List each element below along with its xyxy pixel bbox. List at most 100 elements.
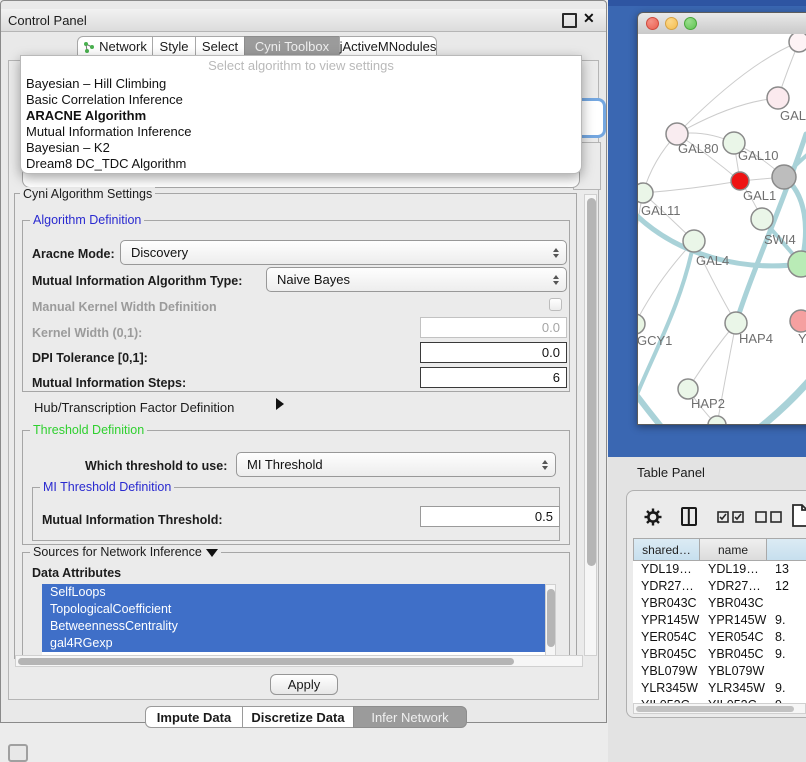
cell-shared: YDR27…: [633, 578, 700, 595]
nodes: [638, 34, 806, 425]
network-icon: [83, 41, 95, 53]
document-icon[interactable]: [791, 504, 806, 528]
list-scrollbar-thumb[interactable]: [547, 589, 555, 647]
mi-type-label: Mutual Information Algorithm Type:: [32, 274, 242, 288]
tab-jactivemnodules[interactable]: jActiveMNodules: [339, 36, 437, 57]
which-threshold-combo[interactable]: MI Threshold: [236, 452, 556, 477]
tab-impute-data[interactable]: Impute Data: [145, 706, 243, 728]
tab-discretize-data[interactable]: Discretize Data: [242, 706, 354, 728]
tab-infer-network[interactable]: Infer Network: [353, 706, 467, 728]
select-all-checkboxes-icon[interactable]: [717, 511, 745, 523]
mi-threshold-label: Mutual Information Threshold:: [42, 513, 223, 527]
node-gal4[interactable]: [683, 230, 705, 252]
close-traffic-light[interactable]: [646, 17, 659, 30]
dropdown-prompt: Select algorithm to view settings: [21, 58, 581, 73]
cell-shared: YDL19…: [633, 561, 700, 578]
tab-label: jActiveMNodules: [340, 39, 437, 54]
cell-name: YBR045C: [700, 646, 767, 663]
dpi-tolerance-field[interactable]: [420, 342, 567, 363]
float-window-icon[interactable]: [562, 13, 577, 28]
node-label: HAP2: [691, 396, 725, 411]
expand-arrow-icon[interactable]: [276, 398, 284, 410]
settings-horizontal-scrollbar[interactable]: [15, 655, 583, 667]
table-row[interactable]: YBR043C YBR043C: [633, 595, 806, 612]
dropdown-item-selected[interactable]: ARACNE Algorithm: [21, 108, 578, 124]
mi-type-combo[interactable]: Naive Bayes: [266, 267, 567, 292]
tab-select[interactable]: Select: [195, 36, 245, 57]
cell-name: YER054C: [700, 629, 767, 646]
cell-name: YPR145W: [700, 612, 767, 629]
close-icon[interactable]: ✕: [583, 10, 595, 27]
collapse-arrow-icon[interactable]: [206, 549, 218, 557]
table-panel-title: Table Panel: [637, 465, 705, 480]
list-item[interactable]: gal4RGexp: [42, 635, 545, 652]
dropdown-item[interactable]: Bayesian – K2: [21, 140, 578, 156]
table-hscroll-thumb[interactable]: [636, 706, 794, 712]
floating-panel-icon[interactable]: [8, 744, 28, 762]
column-header-partial[interactable]: [767, 538, 806, 561]
minimize-traffic-light[interactable]: [665, 17, 678, 30]
list-scrollbar[interactable]: [545, 584, 556, 656]
settings-hscroll-thumb[interactable]: [18, 658, 514, 665]
dropdown-item[interactable]: Basic Correlation Inference: [21, 92, 578, 108]
table-row[interactable]: YDR27… YDR27… 12: [633, 578, 806, 595]
table-row[interactable]: YDL19… YDL19… 13: [633, 561, 806, 578]
list-item[interactable]: TopologicalCoefficient: [42, 601, 545, 618]
table-row[interactable]: YER054C YER054C 8.: [633, 629, 806, 646]
list-item[interactable]: BetweennessCentrality: [42, 618, 545, 635]
table-row[interactable]: YLR345W YLR345W 9.: [633, 680, 806, 697]
manual-kernel-label: Manual Kernel Width Definition: [32, 300, 217, 314]
zoom-traffic-light[interactable]: [684, 17, 697, 30]
column-header-shared[interactable]: shared…: [633, 538, 700, 561]
tab-cyni-toolbox[interactable]: Cyni Toolbox: [244, 36, 340, 57]
cell-value: [767, 595, 806, 612]
list-item[interactable]: SelfLoops: [42, 584, 545, 601]
network-window-titlebar: [638, 13, 806, 35]
combo-value: Naive Bayes: [277, 272, 350, 287]
dropdown-item[interactable]: Bayesian – Hill Climbing: [21, 76, 578, 92]
table-row[interactable]: YBL079W YBL079W: [633, 663, 806, 680]
cell-value: [767, 663, 806, 680]
node-gal11[interactable]: [638, 183, 653, 203]
table-horizontal-scrollbar[interactable]: [633, 703, 806, 714]
node-partial-top[interactable]: [789, 34, 806, 52]
tab-style[interactable]: Style: [152, 36, 196, 57]
mi-steps-field[interactable]: [420, 367, 567, 388]
node-gcy1[interactable]: [638, 314, 645, 334]
column-header-name[interactable]: name: [700, 538, 767, 561]
data-attributes-label: Data Attributes: [32, 566, 121, 580]
threshold-definition-title: Threshold Definition: [30, 423, 147, 437]
dropdown-item[interactable]: Dream8 DC_TDC Algorithm: [21, 156, 578, 172]
settings-vscroll-thumb[interactable]: [587, 198, 596, 566]
table-panel: Table Panel: [608, 457, 806, 762]
tab-network[interactable]: Network: [77, 36, 153, 57]
node-swi4[interactable]: [751, 208, 773, 230]
cell-shared: YBL079W: [633, 663, 700, 680]
dpi-tolerance-label: DPI Tolerance [0,1]:: [32, 351, 148, 365]
node-gray[interactable]: [772, 165, 796, 189]
aracne-mode-combo[interactable]: Discovery: [120, 240, 567, 265]
apply-button[interactable]: Apply: [270, 674, 338, 695]
node-gal-pink[interactable]: [767, 87, 789, 109]
kernel-width-field: [420, 317, 567, 338]
node-green-large[interactable]: [788, 251, 806, 277]
dropdown-item[interactable]: Mutual Information Inference: [21, 124, 578, 140]
node-partial-bottom[interactable]: [708, 416, 726, 425]
cell-value: 8.: [767, 629, 806, 646]
settings-vertical-scrollbar[interactable]: [584, 194, 597, 656]
cell-name: YBL079W: [700, 663, 767, 680]
node-labels: GAL GAL80 GAL10 GAL1 GAL11 SWI4 GAL4 GCY…: [638, 108, 806, 411]
table-row[interactable]: YPR145W YPR145W 9.: [633, 612, 806, 629]
deselect-all-checkboxes-icon[interactable]: [755, 511, 783, 523]
table-row[interactable]: YBR045C YBR045C 9.: [633, 646, 806, 663]
hub-definition-label: Hub/Transcription Factor Definition: [34, 400, 234, 415]
node-salmon[interactable]: [790, 310, 806, 332]
mi-threshold-definition-title: MI Threshold Definition: [40, 480, 174, 494]
network-view-window: GAL GAL80 GAL10 GAL1 GAL11 SWI4 GAL4 GCY…: [637, 12, 806, 425]
mi-threshold-field[interactable]: [420, 506, 560, 527]
network-canvas[interactable]: GAL GAL80 GAL10 GAL1 GAL11 SWI4 GAL4 GCY…: [638, 34, 806, 425]
sources-title-text: Sources for Network Inference: [33, 545, 202, 559]
tab-label: Select: [202, 39, 238, 54]
show-columns-icon[interactable]: [681, 507, 697, 526]
gear-icon[interactable]: [644, 508, 662, 526]
